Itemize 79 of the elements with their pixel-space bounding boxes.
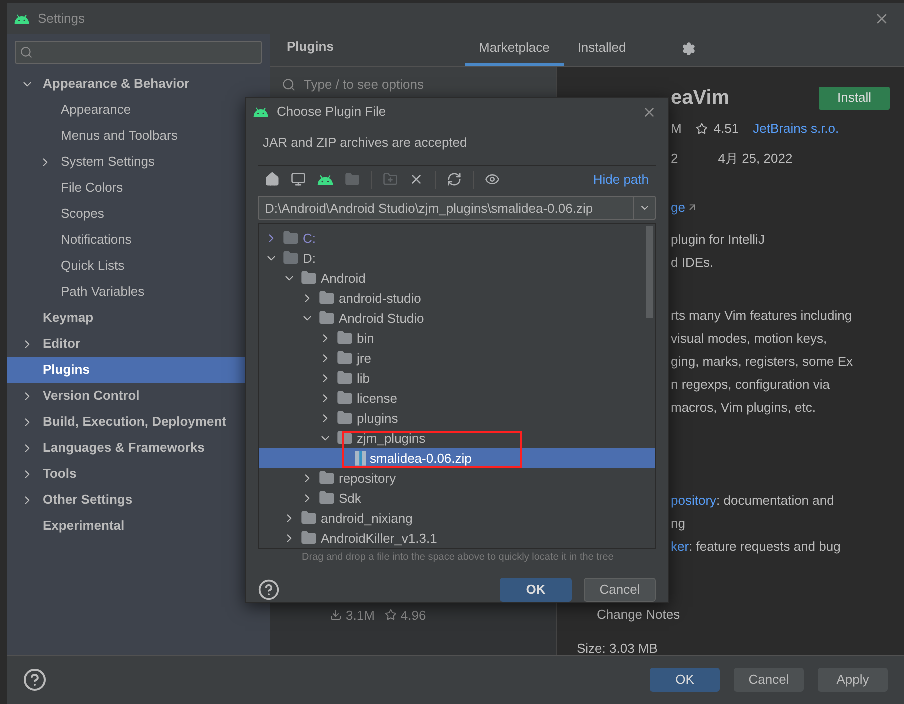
hide-path-link[interactable]: Hide path <box>593 170 649 190</box>
android-icon <box>253 107 269 117</box>
folder-icon <box>301 510 317 526</box>
dialog-description: JAR and ZIP archives are accepted <box>263 134 468 152</box>
panel-title: Plugins <box>287 38 335 56</box>
folder-icon <box>337 330 353 346</box>
description-text: visual modes, motion keys, <box>671 330 828 348</box>
description-text: ng <box>671 514 686 533</box>
drive-icon <box>283 250 299 266</box>
star-icon <box>696 122 708 135</box>
tree-row[interactable]: Android Studio <box>259 308 655 328</box>
rating: 4.96 <box>400 606 426 624</box>
android-icon[interactable] <box>317 174 334 185</box>
plugin-name: eaVim <box>671 86 730 111</box>
refresh-icon[interactable] <box>447 172 462 188</box>
tab[interactable]: Installed <box>564 33 640 66</box>
vendor-link[interactable]: JetBrains s.r.o. <box>753 119 840 138</box>
description-text: plugin for IntelliJ <box>671 230 766 249</box>
dialog-button[interactable]: Cancel <box>584 578 656 602</box>
dialog-button[interactable]: OK <box>500 578 572 602</box>
rating: 4.51 <box>714 120 740 138</box>
home-icon[interactable] <box>265 172 280 188</box>
monitor-icon[interactable] <box>291 172 306 188</box>
search-icon <box>282 78 296 92</box>
search-icon <box>20 46 33 59</box>
download-icon <box>330 609 342 622</box>
folder-icon <box>319 290 335 306</box>
folder-icon <box>337 350 353 366</box>
tree-row[interactable]: AndroidKiller_v1.3.1 <box>259 528 655 548</box>
version: 2 <box>671 150 678 168</box>
description-text: ging, marks, registers, some Ex <box>671 352 854 371</box>
description-text: : feature requests and bug <box>689 538 841 556</box>
drive-icon <box>283 230 299 246</box>
tree-row[interactable]: android-studio <box>259 288 655 308</box>
download-count: M <box>671 120 682 138</box>
release-date: 4月 25, 2022 <box>718 150 793 168</box>
window-title: Settings <box>38 10 85 28</box>
folder-icon <box>319 470 335 486</box>
search-field[interactable] <box>15 41 262 64</box>
dialog-button[interactable]: OK <box>650 668 720 692</box>
help-icon[interactable] <box>258 578 280 601</box>
folder-icon <box>337 370 353 386</box>
folder-icon <box>301 530 317 546</box>
drop-hint: Drag and drop a file into the space above to quickly locate it in the tree <box>302 550 615 565</box>
folder-icon <box>301 270 317 286</box>
settings-icon[interactable] <box>682 42 696 56</box>
tree-row[interactable]: smalidea-0.06.zip <box>259 448 655 468</box>
folder-icon <box>337 410 353 426</box>
scrollbar-thumb[interactable] <box>646 226 653 318</box>
link[interactable]: ker <box>671 534 690 558</box>
star-icon <box>384 609 397 622</box>
path-combobox[interactable]: D:\Android\Android Studio\zjm_plugins\smalidea-0.06.zip <box>258 196 656 220</box>
help-icon[interactable] <box>23 668 47 692</box>
folder-icon <box>319 310 335 326</box>
folder-icon <box>319 490 335 506</box>
install-button[interactable]: Install <box>819 86 890 110</box>
archive-icon <box>355 450 366 466</box>
sidebar-item[interactable]: System Settings <box>7 149 270 175</box>
description-text: : documentation and <box>716 492 834 510</box>
plugin-size: Size: 3.03 MB <box>577 640 658 658</box>
description-text: macros, Vim plugins, etc. <box>671 398 817 417</box>
tree-row[interactable]: Android <box>259 268 655 288</box>
external-link-icon <box>687 202 698 214</box>
dialog-title: Choose Plugin File <box>277 103 386 122</box>
description-text: rts many Vim features including <box>671 306 854 325</box>
tree-row[interactable]: C: <box>259 228 655 248</box>
section-title: Change Notes <box>597 606 680 624</box>
dialog-button[interactable]: Apply <box>818 668 888 692</box>
dialog-button[interactable]: Cancel <box>734 668 804 692</box>
homepage-link[interactable]: ge <box>671 198 686 218</box>
android-icon <box>14 14 30 24</box>
download-count: 3.1M <box>346 606 375 624</box>
description-text: n regexps, configuration via <box>671 376 831 394</box>
description-text: d IDEs. <box>671 254 715 272</box>
tree-row[interactable]: D: <box>259 248 655 268</box>
link[interactable]: pository <box>671 488 717 512</box>
folder-icon <box>337 390 353 406</box>
sidebar-item[interactable]: Appearance & Behavior <box>7 71 270 97</box>
eye-icon[interactable] <box>485 172 500 188</box>
